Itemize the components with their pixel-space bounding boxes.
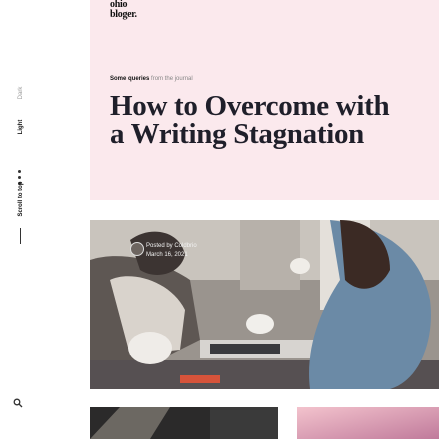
search-icon-glyph xyxy=(13,398,23,408)
dark-mode-option[interactable]: Dark xyxy=(18,80,24,106)
post-kicker: Some queries from the journal xyxy=(110,76,193,82)
thumbnail-2-illustration xyxy=(297,407,439,439)
logo-line-2: bloger. xyxy=(110,9,137,20)
site-logo[interactable]: ohio bloger. xyxy=(110,0,137,20)
author-line-2: March 16, 2021 xyxy=(146,252,188,258)
light-mode-option[interactable]: Light xyxy=(18,114,24,140)
scroll-to-top-button[interactable]: Scroll to top xyxy=(4,166,38,246)
next-post-thumbnail-1[interactable] xyxy=(90,407,278,439)
author-avatar[interactable] xyxy=(130,242,144,256)
color-mode-toggle[interactable]: Dark Light xyxy=(8,78,34,148)
scroll-to-top-label: Scroll to top xyxy=(18,181,24,217)
photo-author-meta: Posted by Coldbrio March 16, 2021 xyxy=(146,242,197,260)
author-line-1: Posted by Coldbrio xyxy=(146,243,197,249)
left-sidebar: Dark Light Scroll to top xyxy=(0,0,56,439)
next-post-thumbnail-2[interactable] xyxy=(297,407,439,439)
kicker-rest: from the journal xyxy=(151,76,193,82)
kicker-bold: Some queries xyxy=(110,76,150,82)
thumbnail-1-illustration xyxy=(90,407,278,439)
search-icon[interactable] xyxy=(10,398,26,414)
scroll-line xyxy=(20,228,21,244)
post-title[interactable]: How to Overcome with a Writing Stagnatio… xyxy=(110,92,410,149)
